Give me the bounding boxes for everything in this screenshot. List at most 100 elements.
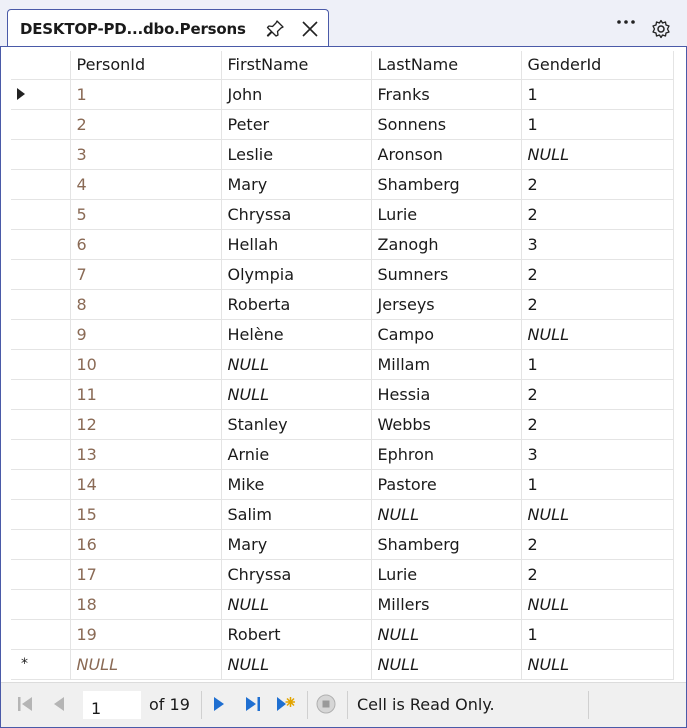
table-cell-firstname[interactable]: Mary (221, 529, 372, 560)
row-header[interactable] (11, 199, 71, 230)
table-cell-personid[interactable]: 16 (70, 529, 222, 560)
table-cell-genderid[interactable]: 2 (521, 169, 674, 200)
table-row[interactable]: 2 Peter Sonnens 1 (11, 109, 674, 140)
table-cell-firstname[interactable]: Chryssa (221, 559, 372, 590)
row-header[interactable] (11, 289, 71, 320)
table-cell-genderid[interactable]: 1 (521, 79, 674, 110)
table-row[interactable]: * NULL NULL NULL NULL (11, 649, 674, 680)
table-row[interactable]: 1 John Franks 1 (11, 79, 674, 110)
table-row[interactable]: 5 Chryssa Lurie 2 (11, 199, 674, 230)
table-cell-genderid[interactable]: 3 (521, 439, 674, 470)
record-position-input[interactable] (83, 691, 141, 719)
table-cell-lastname[interactable]: NULL (371, 649, 522, 680)
row-header[interactable]: * (11, 649, 71, 680)
table-cell-firstname[interactable]: Chryssa (221, 199, 372, 230)
table-row[interactable]: 8 Roberta Jerseys 2 (11, 289, 674, 320)
table-cell-lastname[interactable]: Hessia (371, 379, 522, 410)
table-cell-genderid[interactable]: 1 (521, 349, 674, 380)
table-cell-firstname[interactable]: John (221, 79, 372, 110)
table-cell-lastname[interactable]: Franks (371, 79, 522, 110)
table-cell-personid[interactable]: 13 (70, 439, 222, 470)
row-header[interactable] (11, 109, 71, 140)
table-cell-firstname[interactable]: NULL (221, 379, 372, 410)
table-row[interactable]: 4 Mary Shamberg 2 (11, 169, 674, 200)
table-cell-personid[interactable]: 2 (70, 109, 222, 140)
table-cell-lastname[interactable]: Sumners (371, 259, 522, 290)
row-header[interactable] (11, 169, 71, 200)
row-header[interactable] (11, 319, 71, 350)
table-cell-personid[interactable]: 12 (70, 409, 222, 440)
table-cell-lastname[interactable]: Zanogh (371, 229, 522, 260)
tab-persons[interactable]: DESKTOP-PD...dbo.Persons (7, 9, 329, 47)
table-cell-firstname[interactable]: Salim (221, 499, 372, 530)
table-cell-genderid[interactable]: 2 (521, 199, 674, 230)
new-record-icon[interactable] (275, 694, 295, 714)
row-header[interactable] (11, 379, 71, 410)
table-cell-personid[interactable]: 4 (70, 169, 222, 200)
table-row[interactable]: 13 Arnie Ephron 3 (11, 439, 674, 470)
table-row[interactable]: 9 Helène Campo NULL (11, 319, 674, 350)
table-cell-personid[interactable]: 15 (70, 499, 222, 530)
table-cell-genderid[interactable]: 2 (521, 379, 674, 410)
table-cell-lastname[interactable]: Lurie (371, 199, 522, 230)
table-cell-genderid[interactable]: NULL (521, 319, 674, 350)
table-row[interactable]: 16 Mary Shamberg 2 (11, 529, 674, 560)
table-row[interactable]: 17 Chryssa Lurie 2 (11, 559, 674, 590)
table-row[interactable]: 14 Mike Pastore 1 (11, 469, 674, 500)
table-cell-firstname[interactable]: Leslie (221, 139, 372, 170)
row-header[interactable] (11, 409, 71, 440)
more-icon[interactable] (616, 19, 636, 25)
table-cell-lastname[interactable]: Millam (371, 349, 522, 380)
table-cell-personid[interactable]: 9 (70, 319, 222, 350)
table-cell-personid[interactable]: 1 (70, 79, 222, 110)
row-header[interactable] (11, 499, 71, 530)
table-cell-firstname[interactable]: NULL (221, 589, 372, 620)
table-row[interactable]: 10 NULL Millam 1 (11, 349, 674, 380)
row-header[interactable] (11, 79, 71, 110)
table-cell-genderid[interactable]: 1 (521, 109, 674, 140)
table-cell-genderid[interactable]: 1 (521, 619, 674, 650)
table-cell-personid[interactable]: 19 (70, 619, 222, 650)
table-cell-personid[interactable]: 7 (70, 259, 222, 290)
table-cell-personid[interactable]: 14 (70, 469, 222, 500)
table-row[interactable]: 6 Hellah Zanogh 3 (11, 229, 674, 260)
table-cell-lastname[interactable]: Shamberg (371, 529, 522, 560)
table-cell-firstname[interactable]: Olympia (221, 259, 372, 290)
table-cell-lastname[interactable]: Jerseys (371, 289, 522, 320)
table-cell-personid[interactable]: 3 (70, 139, 222, 170)
table-cell-lastname[interactable]: Shamberg (371, 169, 522, 200)
table-cell-genderid[interactable]: 1 (521, 469, 674, 500)
close-icon[interactable] (301, 20, 319, 38)
table-cell-genderid[interactable]: NULL (521, 499, 674, 530)
table-row[interactable]: 18 NULL Millers NULL (11, 589, 674, 620)
column-header-firstname[interactable]: FirstName (221, 51, 372, 80)
row-header[interactable] (11, 469, 71, 500)
last-record-icon[interactable] (243, 694, 263, 714)
table-cell-firstname[interactable]: Mary (221, 169, 372, 200)
table-cell-personid[interactable]: 6 (70, 229, 222, 260)
table-cell-firstname[interactable]: Helène (221, 319, 372, 350)
table-cell-genderid[interactable]: NULL (521, 589, 674, 620)
table-cell-lastname[interactable]: Lurie (371, 559, 522, 590)
row-header[interactable] (11, 589, 71, 620)
table-cell-genderid[interactable]: 2 (521, 529, 674, 560)
gear-icon[interactable] (651, 19, 671, 39)
table-row[interactable]: 12 Stanley Webbs 2 (11, 409, 674, 440)
table-cell-firstname[interactable]: Stanley (221, 409, 372, 440)
table-cell-firstname[interactable]: Hellah (221, 229, 372, 260)
previous-record-icon[interactable] (49, 694, 69, 714)
table-cell-lastname[interactable]: NULL (371, 499, 522, 530)
row-header[interactable] (11, 619, 71, 650)
table-row[interactable]: 11 NULL Hessia 2 (11, 379, 674, 410)
table-cell-genderid[interactable]: 2 (521, 259, 674, 290)
table-cell-personid[interactable]: 17 (70, 559, 222, 590)
table-cell-firstname[interactable]: NULL (221, 349, 372, 380)
row-header[interactable] (11, 559, 71, 590)
row-header[interactable] (11, 439, 71, 470)
table-cell-lastname[interactable]: Campo (371, 319, 522, 350)
table-cell-personid[interactable]: 10 (70, 349, 222, 380)
row-header[interactable] (11, 229, 71, 260)
table-cell-lastname[interactable]: Pastore (371, 469, 522, 500)
table-cell-personid[interactable]: 5 (70, 199, 222, 230)
row-header[interactable] (11, 349, 71, 380)
